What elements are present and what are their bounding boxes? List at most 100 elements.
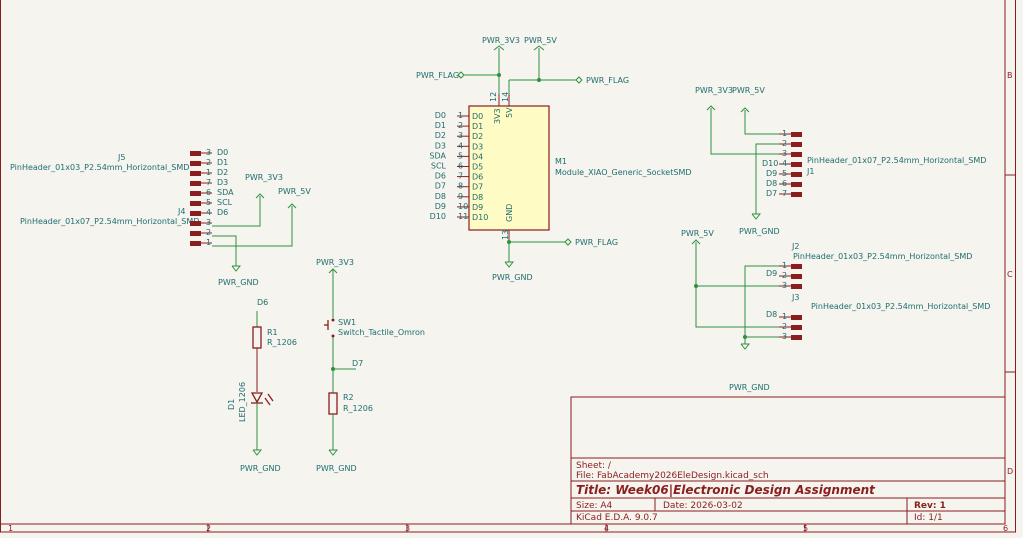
m1-pin-name: D6 xyxy=(472,173,483,182)
header-j1[interactable]: 1 2 3 4 5 6 7 D10 D9 D8 D7 PinHeader_01x… xyxy=(762,129,986,198)
pin-num: 4 xyxy=(206,208,211,217)
net-label: SCL xyxy=(217,198,233,207)
schematic-canvas[interactable]: 1 2 3 4 5 6 B C D Sheet: / File: FabAcad… xyxy=(0,0,1023,538)
date-label: Date: 2026-03-02 xyxy=(663,501,743,511)
power-flag-label: PWR_FLAG xyxy=(416,71,459,80)
header-j2[interactable]: J2 PinHeader_01x03_P2.54mm_Horizontal_SM… xyxy=(766,242,972,290)
led-branch[interactable]: D6 R1 R_1206 D1 LED_1206 PWR_GND xyxy=(227,298,297,473)
header-j5[interactable]: J5 PinHeader_01x03_P2.54mm_Horizontal_SM… xyxy=(10,148,228,177)
j5-ref: J5 xyxy=(117,153,125,162)
net-label: D10 xyxy=(762,159,778,168)
ruler-label: D xyxy=(1007,467,1013,476)
net-label: D9 xyxy=(766,169,777,178)
file-label: File: FabAcademy2026EleDesign.kicad_sch xyxy=(576,471,769,481)
pin-num: 3 xyxy=(782,149,787,158)
power-label: PWR_GND xyxy=(218,278,259,287)
j1-ref: J1 xyxy=(806,167,814,176)
d1-ref: D1 xyxy=(227,399,236,410)
m1-net-label: D10 xyxy=(430,212,446,221)
pin-num: 2 xyxy=(782,139,787,148)
net-label: D0 xyxy=(217,148,228,157)
tool-label: KiCad E.D.A. 9.0.7 xyxy=(576,513,658,523)
m1-net-label: D7 xyxy=(435,182,446,191)
m1-pin-3v3: 3V3 xyxy=(493,108,502,124)
pin-num: 1 xyxy=(782,129,787,138)
r2-ref: R2 xyxy=(343,393,354,402)
m1-pin-name: D4 xyxy=(472,152,483,161)
pin-num: 7 xyxy=(206,178,211,187)
pin-num: 1 xyxy=(206,238,211,247)
j2-ref: J2 xyxy=(791,242,799,251)
net-label: D7 xyxy=(352,359,363,368)
r1-ref: R1 xyxy=(267,328,278,337)
j1-value: PinHeader_01x07_P2.54mm_Horizontal_SMD xyxy=(807,156,986,165)
m1-net-label: D2 xyxy=(435,131,446,140)
m1-pin-num: 5 xyxy=(458,151,463,160)
j3-ref: J3 xyxy=(791,293,799,302)
m1-pin-num: 9 xyxy=(458,192,463,201)
m1-pin-name: D8 xyxy=(472,193,483,202)
net-label: D7 xyxy=(766,189,777,198)
power-label: PWR_5V xyxy=(681,229,714,238)
m1-net-label: SDA xyxy=(429,151,446,160)
header-j3[interactable]: J3 PinHeader_01x03_P2.54mm_Horizontal_SM… xyxy=(766,293,990,341)
module-m1[interactable]: M1 Module_XIAO_Generic_SocketSMD 3V3 5V … xyxy=(429,92,692,242)
rev-label: Rev: 1 xyxy=(914,501,946,511)
power-label: PWR_3V3 xyxy=(482,36,520,45)
ruler-label: 6 xyxy=(1003,524,1008,533)
m1-pin-name: D10 xyxy=(472,213,488,222)
m1-ref: M1 xyxy=(555,157,567,166)
switch-branch[interactable]: PWR_3V3 SW1 Switch_Tactile_Omron D7 R2 R… xyxy=(316,258,425,473)
sw1-value: Switch_Tactile_Omron xyxy=(338,328,425,337)
pin-num: 1 xyxy=(206,168,211,177)
sw1-ref: SW1 xyxy=(338,318,356,327)
m1-pin-num: 12 xyxy=(489,92,498,102)
m1-pin-num: 1 xyxy=(458,111,463,120)
m1-pin-name: D5 xyxy=(472,163,483,172)
pin-num: 3 xyxy=(206,218,211,227)
m1-pin-name: D1 xyxy=(472,122,483,131)
m1-pin-gnd: GND xyxy=(505,204,514,222)
net-label: D6 xyxy=(257,298,268,307)
m1-pin-num: 10 xyxy=(458,202,468,211)
ruler-label: 3 xyxy=(405,524,410,533)
pin-num: 3 xyxy=(206,148,211,157)
m1-pin-num: 4 xyxy=(458,141,463,150)
pin-num: 1 xyxy=(782,261,787,270)
sheet-label: Sheet: / xyxy=(576,461,612,471)
net-label: D8 xyxy=(766,310,777,319)
ruler-right: B C D xyxy=(1007,71,1013,476)
j2-value: PinHeader_01x03_P2.54mm_Horizontal_SMD xyxy=(793,252,972,261)
power-label: PWR_3V3 xyxy=(245,173,283,182)
ruler-label: 4 xyxy=(604,524,609,533)
ruler-label: C xyxy=(1007,270,1013,279)
net-label: SDA xyxy=(217,188,234,197)
net-label: D9 xyxy=(766,269,777,278)
pin-num: 2 xyxy=(206,228,211,237)
m1-net-label: D1 xyxy=(435,121,446,130)
m1-pin-num: 3 xyxy=(458,131,463,140)
id-label: Id: 1/1 xyxy=(914,513,943,523)
power-label: PWR_5V xyxy=(732,86,765,95)
header-j4[interactable]: J4 PinHeader_01x07_P2.54mm_Horizontal_SM… xyxy=(20,178,234,247)
pin-num: 5 xyxy=(782,169,787,178)
m1-pin-name: D3 xyxy=(472,142,483,151)
m1-pin-num: 8 xyxy=(458,182,463,191)
ruler-label: 2 xyxy=(206,524,211,533)
net-label: D8 xyxy=(766,179,777,188)
power-label: PWR_5V xyxy=(278,187,311,196)
pin-num: 4 xyxy=(782,159,787,168)
m1-pin-num: 2 xyxy=(458,121,463,130)
d1-value: LED_1206 xyxy=(238,382,247,422)
pin-num: 6 xyxy=(206,188,211,197)
title-block[interactable]: Sheet: / File: FabAcademy2026EleDesign.k… xyxy=(570,396,1006,525)
m1-pin-num: 7 xyxy=(458,172,463,181)
power-label: PWR_3V3 xyxy=(316,258,354,267)
m1-pin-name: D7 xyxy=(472,183,483,192)
net-label: D6 xyxy=(217,208,228,217)
ruler-label: B xyxy=(1007,71,1013,80)
pin-num: 1 xyxy=(782,312,787,321)
power-label: PWR_GND xyxy=(240,464,281,473)
m1-pin-num: 11 xyxy=(458,212,468,221)
m1-pin-name: D0 xyxy=(472,112,483,121)
